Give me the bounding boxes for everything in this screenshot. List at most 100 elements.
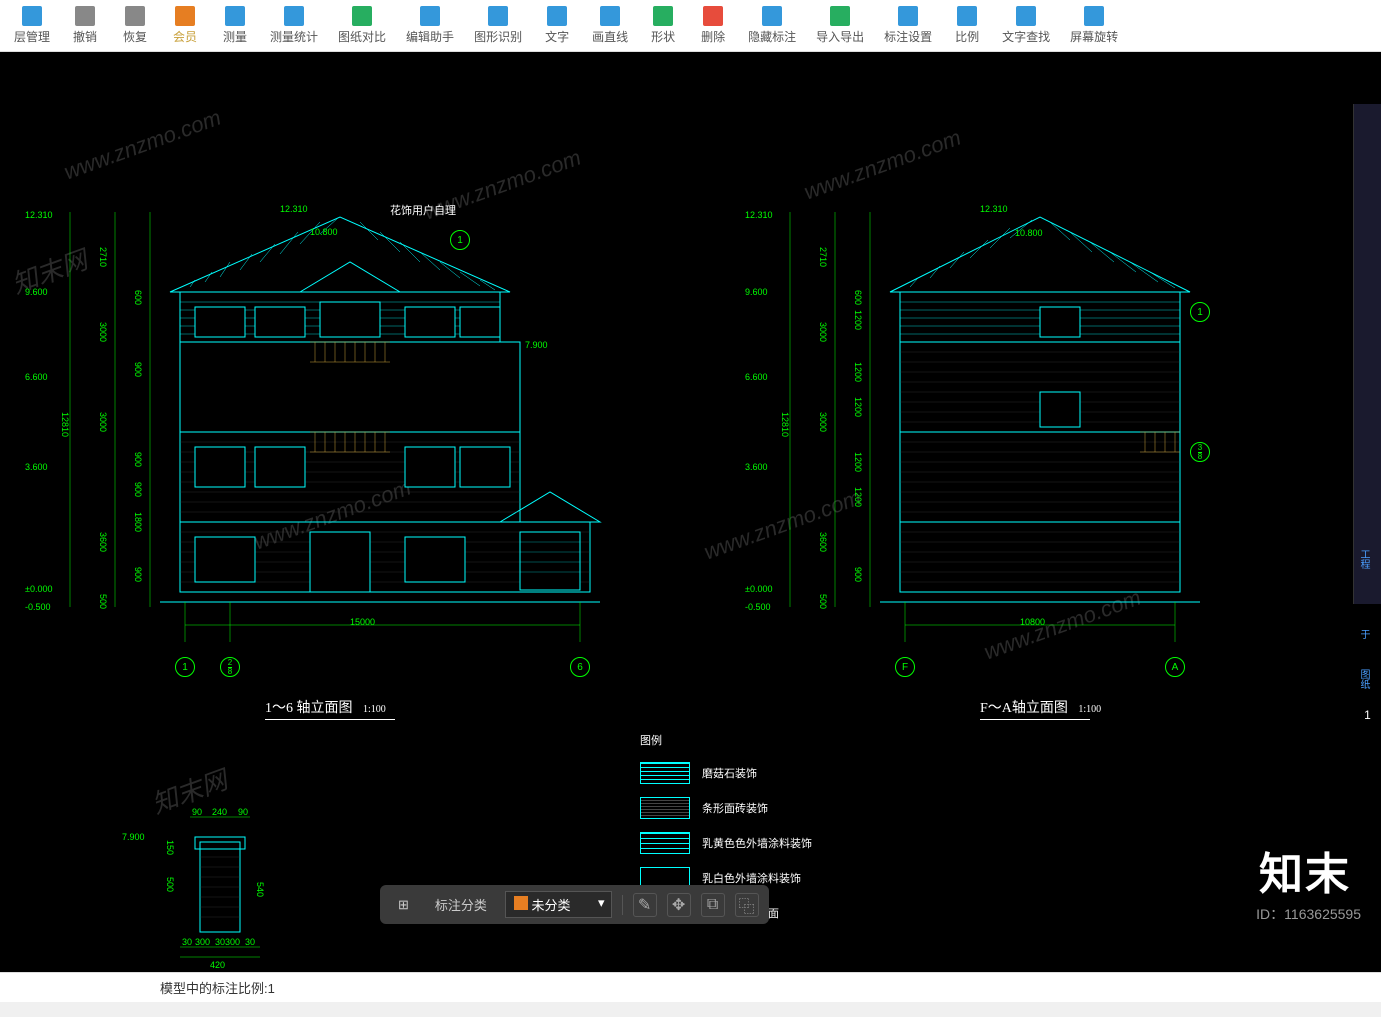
dim-text: 1200 [853,397,863,417]
dim-text: 150 [165,840,175,855]
tool-text[interactable]: 文字 [532,2,582,49]
tool-text-find[interactable]: 文字查找 [992,2,1060,49]
dim-text: 300 [195,937,210,947]
tool-line[interactable]: 画直线 [582,2,638,49]
undo-icon [75,6,95,26]
line-icon [600,6,620,26]
panel-label: 图纸 [1354,664,1373,694]
rotate-icon [1084,6,1104,26]
dim-text: 2710 [818,247,828,267]
tool-measure-stats[interactable]: 测量统计 [260,2,328,49]
tool-rotate-screen[interactable]: 屏幕旋转 [1060,2,1128,49]
dim-text: 1200 [853,362,863,382]
dim-text: 10.800 [1015,228,1043,238]
tool-annotation-settings[interactable]: 标注设置 [874,2,942,49]
divider [622,895,623,915]
tool-redo[interactable]: 恢复 [110,2,160,49]
tool-member[interactable]: 会员 [160,2,210,49]
elev-mark: ±0.000 [25,584,52,594]
copy-icon[interactable]: ⧉ [701,893,725,917]
dim-text: 90 [238,807,248,817]
dim-text: 90 [192,807,202,817]
dim-text: 900 [133,482,143,497]
drawing-title-2: F～A轴立面图 1:100 [980,697,1101,720]
dim-text: 420 [210,960,225,970]
tool-undo[interactable]: 撤销 [60,2,110,49]
dim-text: 3000 [818,322,828,342]
grid-bubble: A [1165,657,1185,677]
dim-text: 12.310 [980,204,1008,214]
edit-helper-icon [420,6,440,26]
tool-measure[interactable]: 测量 [210,2,260,49]
dim-text: 240 [212,807,227,817]
dim-text: 3600 [818,532,828,552]
duplicate-icon[interactable]: ⿻ [735,893,759,917]
elev-mark: -0.500 [25,602,51,612]
dim-text: 3000 [818,412,828,432]
bottom-toolbar: ⊞ 标注分类 未分类 ▾ ✎ ✥ ⧉ ⿻ [380,885,769,924]
elevation-svg-2 [740,162,1220,642]
dim-text: 500 [165,877,175,892]
drawing-note: 花饰用户自理 [390,202,456,218]
status-text: 模型中的标注比例:1 [160,978,275,997]
measure-stats-icon [284,6,304,26]
main-toolbar: 层管理 撤销 恢复 会员 测量 测量统计 图纸对比 编辑助手 图形识别 文字 画… [0,0,1381,52]
dim-text: 1200 [853,310,863,330]
dim-text: 3600 [98,532,108,552]
grid-view-icon[interactable]: ⊞ [390,893,417,917]
move-icon[interactable]: ✥ [667,893,691,917]
tool-layer-manage[interactable]: 层管理 [4,2,60,49]
legend-swatch [640,832,690,854]
tool-edit-helper[interactable]: 编辑助手 [396,2,464,49]
dim-text: 15000 [350,617,375,627]
legend-item: 乳黄色色外墙涂料装饰 [640,832,812,854]
elev-mark: 6.600 [745,372,768,382]
dim-text: 900 [133,362,143,377]
dim-text: 1200 [853,487,863,507]
brand-logo: 知末 [1259,838,1351,902]
elev-mark: 9.600 [745,287,768,297]
dim-text: 900 [133,452,143,467]
text-icon [547,6,567,26]
elevation-1-6: 12.310 9.600 6.600 3.600 ±0.000 -0.500 2… [20,162,620,642]
chevron-down-icon: ▾ [598,895,605,911]
legend-item: 磨菇石装饰 [640,762,757,784]
settings-icon [898,6,918,26]
layer-icon [22,6,42,26]
tool-import-export[interactable]: 导入导出 [806,2,874,49]
dim-text: 900 [133,567,143,582]
dim-text: 30 [215,937,225,947]
dim-text: 3000 [98,412,108,432]
cad-canvas[interactable]: www.znzmo.com www.znzmo.com www.znzmo.co… [0,52,1381,972]
shape-icon [653,6,673,26]
elev-mark: 3.600 [25,462,48,472]
dim-text: 30 [182,937,192,947]
detail-callout: 1 [450,230,470,250]
panel-value: 1 [1354,704,1381,726]
member-icon [175,6,195,26]
elev-mark: -0.500 [745,602,771,612]
drawing-title-1: 1～6 轴立面图 1:100 [265,697,395,720]
scale-icon [957,6,977,26]
panel-label: 工程 [1354,544,1373,574]
dim-text: 12810 [60,412,70,437]
elevation-f-a: 12.310 9.600 6.600 3.600 ±0.000 -0.500 2… [740,162,1220,642]
tool-scale[interactable]: 比例 [942,2,992,49]
tool-hide-annotation[interactable]: 隐藏标注 [738,2,806,49]
import-export-icon [830,6,850,26]
category-dropdown[interactable]: 未分类 ▾ [505,891,612,918]
tool-shape[interactable]: 形状 [638,2,688,49]
dim-text: 600 [853,290,863,305]
tool-delete[interactable]: 删除 [688,2,738,49]
dim-text: 12810 [780,412,790,437]
compare-icon [352,6,372,26]
detail-drawing: 7.900 90 240 90 150 500 540 30 300 30 30… [120,802,320,972]
grid-bubble: F [895,657,915,677]
tool-compare[interactable]: 图纸对比 [328,2,396,49]
tool-shape-recognize[interactable]: 图形识别 [464,2,532,49]
grid-bubble: 1 [175,657,195,677]
right-panel: 工程 于 图纸 1 [1353,104,1381,604]
legend-item: 条形面砖装饰 [640,797,768,819]
dim-text: 500 [98,594,108,609]
edit-icon[interactable]: ✎ [633,893,657,917]
